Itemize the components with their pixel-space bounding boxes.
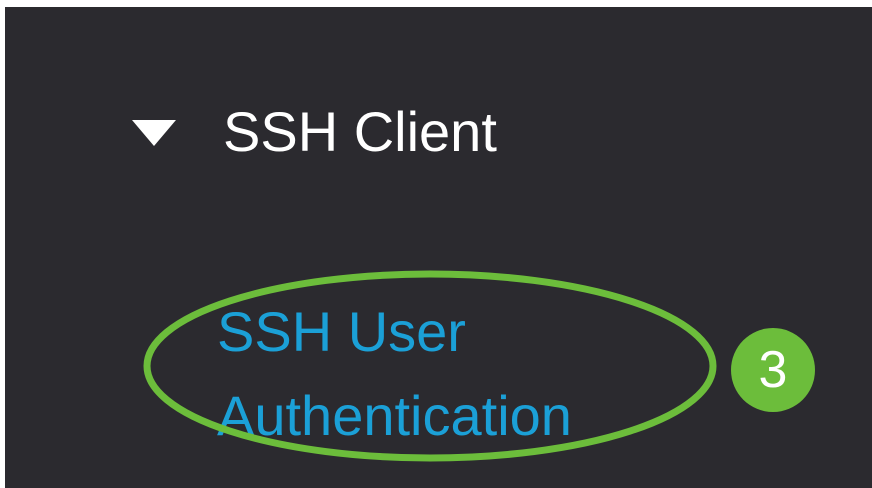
screenshot-frame: SSH Client SSH User Authentication 3 bbox=[0, 0, 872, 488]
ssh-client-section-header[interactable]: SSH Client bbox=[130, 92, 497, 172]
nav-link-line-2: Authentication bbox=[217, 384, 572, 447]
ssh-user-authentication-link[interactable]: SSH User Authentication bbox=[217, 290, 572, 458]
caret-down-icon[interactable] bbox=[130, 108, 178, 156]
ssh-client-label: SSH Client bbox=[223, 100, 497, 163]
step-number-badge: 3 bbox=[731, 328, 815, 412]
nav-link-line-1: SSH User bbox=[217, 300, 466, 363]
